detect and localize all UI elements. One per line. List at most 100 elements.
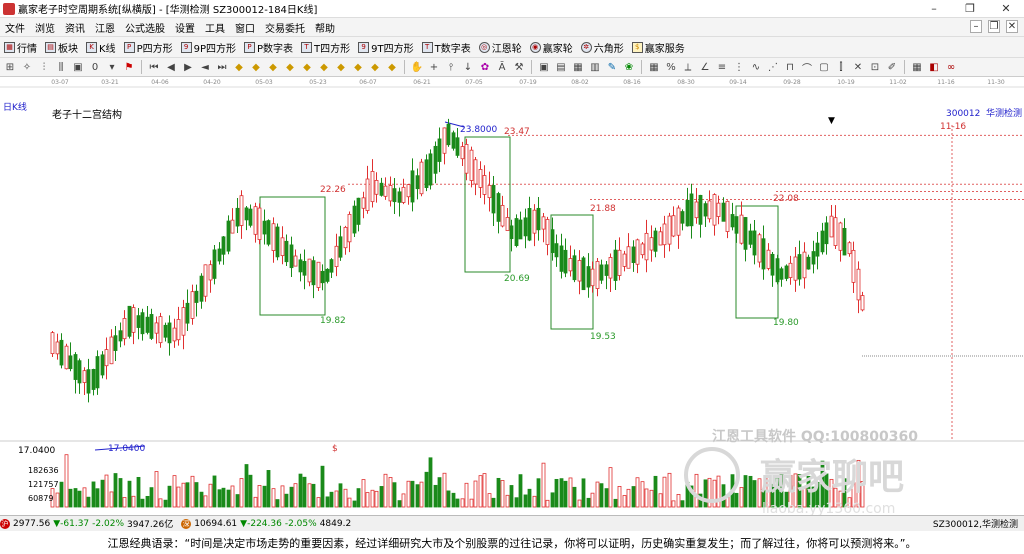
menu-gann[interactable]: 江恩	[90, 20, 120, 35]
candle-body	[176, 319, 181, 341]
bar-icon[interactable]: ⫼	[54, 60, 68, 74]
dropdown-icon[interactable]: ▾	[105, 60, 119, 74]
candle-body	[410, 170, 415, 203]
toolbar-quotes[interactable]: ▦ 行情	[4, 40, 37, 55]
zero-icon[interactable]: 0	[88, 60, 102, 74]
toolbar-blocks[interactable]: ▤ 板块	[45, 40, 78, 55]
menu-window[interactable]: 窗口	[230, 20, 260, 35]
cycle-icon[interactable]: ⊓	[783, 60, 797, 74]
menu-help[interactable]: 帮助	[310, 20, 340, 35]
arc-icon[interactable]: ⌒	[800, 60, 814, 75]
minimize-button[interactable]: –	[916, 0, 952, 17]
diamond-4-icon[interactable]: ◆	[283, 60, 297, 74]
shanghai-index[interactable]: 沪 2977.56 ▼-61.37 -2.02% 3947.26亿	[0, 517, 173, 530]
restore-button[interactable]: ❐	[952, 0, 988, 17]
toolbar-gann-wheel[interactable]: ◎ 江恩轮	[478, 40, 522, 55]
dropdown-arrow-icon[interactable]: ▼	[828, 116, 835, 126]
box-icon[interactable]: ▥	[588, 60, 602, 74]
volume-bar	[451, 492, 456, 508]
gift-icon[interactable]: ✿	[478, 60, 492, 74]
crosshair-icon[interactable]: +	[427, 60, 441, 74]
arrow-icon[interactable]: ↓	[461, 60, 475, 74]
diamond-8-icon[interactable]: ◆	[351, 60, 365, 74]
candle-body	[284, 240, 289, 263]
square-icon[interactable]: ▢	[817, 60, 831, 74]
kline-chart[interactable]: 03-07 03-21 04-06 04-20 05-03 05-23 06-07 06-21…	[0, 77, 1024, 517]
menu-trade[interactable]: 交易委托	[260, 20, 310, 35]
mdi-restore-button[interactable]: ❐	[988, 20, 1000, 33]
candle-body	[118, 330, 123, 342]
menu-info[interactable]: 资讯	[60, 20, 90, 35]
grid-toggle-icon[interactable]: ▦	[910, 60, 924, 74]
volume-bar	[406, 480, 411, 508]
toolbar-service[interactable]: $ 赢家服务	[631, 40, 685, 55]
table-icon[interactable]: ▦	[647, 60, 661, 74]
toolbar-hexagon[interactable]: ✲ 六角形	[580, 40, 624, 55]
tool-icon[interactable]: ⚒	[512, 60, 526, 74]
screen-icon[interactable]: ▣	[537, 60, 551, 74]
mdi-close-button[interactable]: ✕	[1006, 20, 1018, 33]
toolbar-t-square[interactable]: T T四方形	[301, 40, 350, 55]
gann-icon[interactable]: ✕	[851, 60, 865, 74]
back-icon[interactable]: ◄	[198, 60, 212, 74]
prev-icon[interactable]: ◀	[164, 60, 178, 74]
compass-icon[interactable]: ✧	[20, 60, 34, 74]
menu-tools[interactable]: 工具	[200, 20, 230, 35]
infinity-icon[interactable]: ∞	[944, 60, 958, 74]
reference-lines	[94, 121, 1024, 451]
diamond-3-icon[interactable]: ◆	[266, 60, 280, 74]
text-icon[interactable]: Ā	[495, 60, 509, 74]
toolbar-9p-square[interactable]: 9 9P四方形	[180, 40, 236, 55]
box-draw-icon[interactable]: ⊡	[868, 60, 882, 74]
diamond-5-icon[interactable]: ◆	[300, 60, 314, 74]
mdi-minimize-button[interactable]: –	[970, 20, 982, 33]
diamond-7-icon[interactable]: ◆	[334, 60, 348, 74]
diamond-2-icon[interactable]: ◆	[249, 60, 263, 74]
menu-browse[interactable]: 浏览	[30, 20, 60, 35]
candle-small-icon[interactable]: ⫶	[37, 60, 51, 74]
color-icon[interactable]: ◧	[927, 60, 941, 74]
fan-icon[interactable]: ⋰	[766, 60, 780, 74]
flag-icon[interactable]: ⚑	[122, 60, 136, 74]
chart-area[interactable]: 03-07 03-21 04-06 04-20 05-03 05-23 06-07 06-21…	[0, 77, 1024, 517]
lock-icon[interactable]: ▣	[71, 60, 85, 74]
shenzhen-index[interactable]: 深 10694.61 ▼-224.36 -2.05% 4849.2	[181, 518, 351, 529]
diamond-9-icon[interactable]: ◆	[368, 60, 382, 74]
wave-icon[interactable]: ∿	[749, 60, 763, 74]
save-icon[interactable]: ▤	[554, 60, 568, 74]
pen-icon[interactable]: ✐	[885, 60, 899, 74]
paint-icon[interactable]: ❀	[622, 60, 636, 74]
menu-file[interactable]: 文件	[0, 20, 30, 35]
angle-icon[interactable]: ∠	[698, 60, 712, 74]
timezone-icon[interactable]: ⫿	[834, 60, 848, 74]
toolbar-t-table[interactable]: T T数字表	[421, 40, 471, 55]
channel-icon[interactable]: ≡	[715, 60, 729, 74]
close-button[interactable]: ✕	[988, 0, 1024, 17]
hand-icon[interactable]: ✋	[410, 60, 424, 74]
volume-label-mid: 121757	[28, 480, 59, 489]
percent-icon[interactable]: %	[664, 60, 678, 74]
end-icon[interactable]: ⏭	[215, 60, 229, 74]
volume-bar	[194, 482, 199, 508]
candle-body	[181, 307, 186, 336]
grid-small-icon[interactable]: ▦	[571, 60, 585, 74]
diamond-6-icon[interactable]: ◆	[317, 60, 331, 74]
layout-icon[interactable]: ⊞	[3, 60, 17, 74]
vertical-line-icon[interactable]: ⫯	[444, 60, 458, 74]
toolbar-9t-square[interactable]: 9 9T四方形	[358, 40, 414, 55]
first-icon[interactable]: ⏮	[147, 60, 161, 74]
ruler-icon[interactable]: ⟂	[681, 60, 695, 74]
date-tick: 09-14	[729, 79, 747, 86]
toolbar-winner-wheel[interactable]: ◉ 赢家轮	[529, 40, 573, 55]
menu-formula[interactable]: 公式选股	[120, 20, 170, 35]
toolbar-p-table[interactable]: P P数字表	[244, 40, 293, 55]
diamond-1-icon[interactable]: ◆	[232, 60, 246, 74]
toolbar-p-square[interactable]: P P四方形	[123, 40, 173, 55]
fib-icon[interactable]: ⋮	[732, 60, 746, 74]
toolbar-kline[interactable]: K K线	[86, 40, 116, 55]
menu-settings[interactable]: 设置	[170, 20, 200, 35]
next-icon[interactable]: ▶	[181, 60, 195, 74]
diamond-10-icon[interactable]: ◆	[385, 60, 399, 74]
volume-bar	[581, 478, 586, 508]
brush-icon[interactable]: ✎	[605, 60, 619, 74]
